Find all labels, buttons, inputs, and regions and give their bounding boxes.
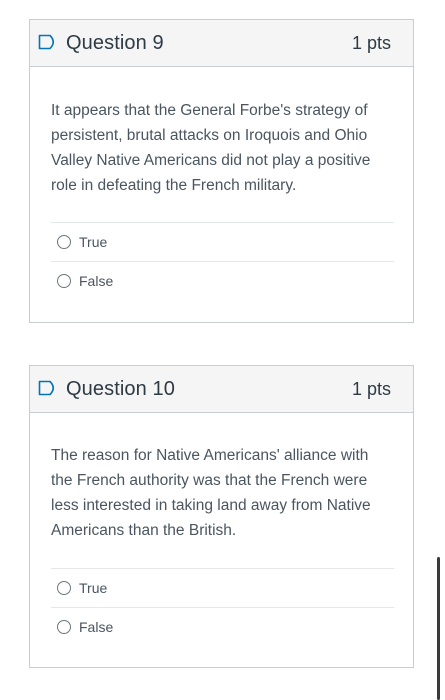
answer-list: True False (51, 568, 394, 646)
answer-label: False (79, 273, 114, 289)
question-text: The reason for Native Americans' allianc… (51, 447, 371, 539)
radio-unchecked-icon[interactable] (57, 581, 71, 595)
question-text: It appears that the General Forbe's stra… (51, 102, 371, 194)
question-title: Question 10 (66, 378, 175, 400)
radio-unchecked-icon[interactable] (57, 274, 71, 288)
question-points: 1 pts (351, 33, 391, 53)
quiz-page: Question 9 1 pts It appears that the Gen… (0, 0, 445, 700)
question-10-card: Question 10 1 pts The reason for Native … (29, 365, 414, 668)
radio-unchecked-icon[interactable] (57, 620, 71, 634)
answer-label: True (79, 234, 108, 250)
scrollbar[interactable] (437, 557, 440, 700)
question-points: 1 pts (351, 379, 391, 399)
answer-option-true[interactable]: True (51, 222, 394, 261)
flag-question-icon[interactable] (38, 34, 58, 50)
flag-question-icon[interactable] (38, 380, 58, 396)
question-header: Question 10 1 pts (30, 366, 413, 413)
question-title: Question 9 (66, 32, 164, 54)
answer-label: True (79, 580, 108, 596)
answer-option-true[interactable]: True (51, 568, 394, 607)
answer-option-false[interactable]: False (51, 261, 394, 300)
answer-list: True False (51, 222, 394, 300)
question-header: Question 9 1 pts (30, 20, 413, 67)
answer-label: False (79, 619, 114, 635)
question-9-card: Question 9 1 pts It appears that the Gen… (29, 19, 414, 323)
radio-unchecked-icon[interactable] (57, 235, 71, 249)
answer-option-false[interactable]: False (51, 607, 394, 646)
